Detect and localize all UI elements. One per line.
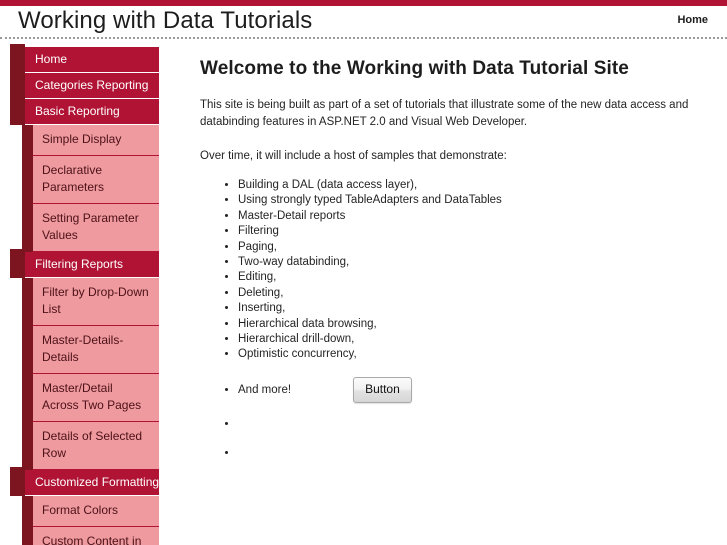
list-item: Building a DAL (data access layer), xyxy=(238,178,700,193)
sidebar-item-basic-reporting[interactable]: Basic Reporting xyxy=(10,96,159,125)
sidebar-item-setting-parameter-values[interactable]: Setting Parameter Values xyxy=(22,204,159,252)
list-item-and-more: And more! Button xyxy=(238,376,700,403)
list-item: Filtering xyxy=(238,224,700,239)
list-item: Paging, xyxy=(238,240,700,255)
list-item: Master-Detail reports xyxy=(238,209,700,224)
list-item: Inserting, xyxy=(238,301,700,316)
page-root: Working with Data Tutorials Home Home Cat… xyxy=(0,0,727,545)
sidebar-item-label[interactable]: Home xyxy=(25,47,159,66)
content-paragraph-1: This site is being built as part of a se… xyxy=(200,99,689,128)
sidebar-item-home[interactable]: Home xyxy=(10,44,159,73)
list-item: Using strongly typed TableAdapters and D… xyxy=(238,193,700,208)
sidebar-item-label[interactable]: Master/Detail Across Two Pages xyxy=(33,374,159,421)
sidebar-item-master-details-details[interactable]: Master-Details-Details xyxy=(22,326,159,374)
sidebar-item-filtering-reports[interactable]: Filtering Reports xyxy=(10,249,159,278)
list-item: Deleting, xyxy=(238,286,700,301)
sidebar-item-details-of-selected-row[interactable]: Details of Selected Row xyxy=(22,422,159,470)
content-heading: Welcome to the Working with Data Tutoria… xyxy=(200,58,629,79)
and-more-label: And more! xyxy=(238,383,292,396)
sidebar-item-label[interactable]: Master-Details-Details xyxy=(33,326,159,373)
sidebar-navigation: Home Categories Reporting Basic Reporting S… xyxy=(0,44,170,545)
sidebar-item-label[interactable]: Categories Reporting xyxy=(25,73,159,92)
content-paragraph-2: Over time, it will include a host of sam… xyxy=(200,150,507,162)
sidebar-item-format-colors[interactable]: Format Colors xyxy=(22,496,159,527)
sidebar-item-simple-display[interactable]: Simple Display xyxy=(22,125,159,156)
sidebar-item-customized-formatting[interactable]: Customized Formatting xyxy=(10,467,159,496)
sidebar-item-label[interactable]: Declarative Parameters xyxy=(33,156,159,203)
header-home-link[interactable]: Home xyxy=(677,14,708,26)
list-item: Editing, xyxy=(238,270,700,285)
sidebar-item-label[interactable]: Filter by Drop-Down List xyxy=(33,278,159,325)
sidebar-item-list: Home Categories Reporting Basic Reporting S… xyxy=(0,44,170,545)
list-item: Optimistic concurrency, xyxy=(238,347,700,362)
list-item: Two-way databinding, xyxy=(238,255,700,270)
sidebar-item-label[interactable]: Details of Selected Row xyxy=(33,422,159,469)
page-title: Working with Data Tutorials xyxy=(18,7,313,34)
sidebar-item-label[interactable]: Simple Display xyxy=(33,125,159,155)
sidebar-item-label[interactable]: Custom Content in a GridView xyxy=(33,527,159,545)
sidebar-item-declarative-parameters[interactable]: Declarative Parameters xyxy=(22,156,159,204)
main-content: Welcome to the Working with Data Tutoria… xyxy=(200,47,700,461)
list-item: Hierarchical drill-down, xyxy=(238,332,700,347)
sidebar-item-label[interactable]: Setting Parameter Values xyxy=(33,204,159,251)
list-item-blank xyxy=(238,417,700,432)
inline-action-button[interactable]: Button xyxy=(353,376,412,403)
sidebar-item-label[interactable]: Format Colors xyxy=(33,496,159,526)
sidebar-item-custom-content-in-a-gridview[interactable]: Custom Content in a GridView xyxy=(22,527,159,545)
sidebar-item-label[interactable]: Basic Reporting xyxy=(25,99,159,118)
list-item-blank xyxy=(238,446,700,461)
sidebar-item-label[interactable]: Filtering Reports xyxy=(25,252,159,271)
site-header: Working with Data Tutorials Home xyxy=(0,6,727,39)
sidebar-item-label[interactable]: Customized Formatting xyxy=(25,470,159,489)
sidebar-item-master-detail-across-two-pages[interactable]: Master/Detail Across Two Pages xyxy=(22,374,159,422)
list-item: Hierarchical data browsing, xyxy=(238,317,700,332)
sidebar-item-filter-by-drop-down-list[interactable]: Filter by Drop-Down List xyxy=(22,278,159,326)
sidebar-item-categories-reporting[interactable]: Categories Reporting xyxy=(10,70,159,99)
feature-bullet-list: Building a DAL (data access layer),Using… xyxy=(200,178,700,461)
